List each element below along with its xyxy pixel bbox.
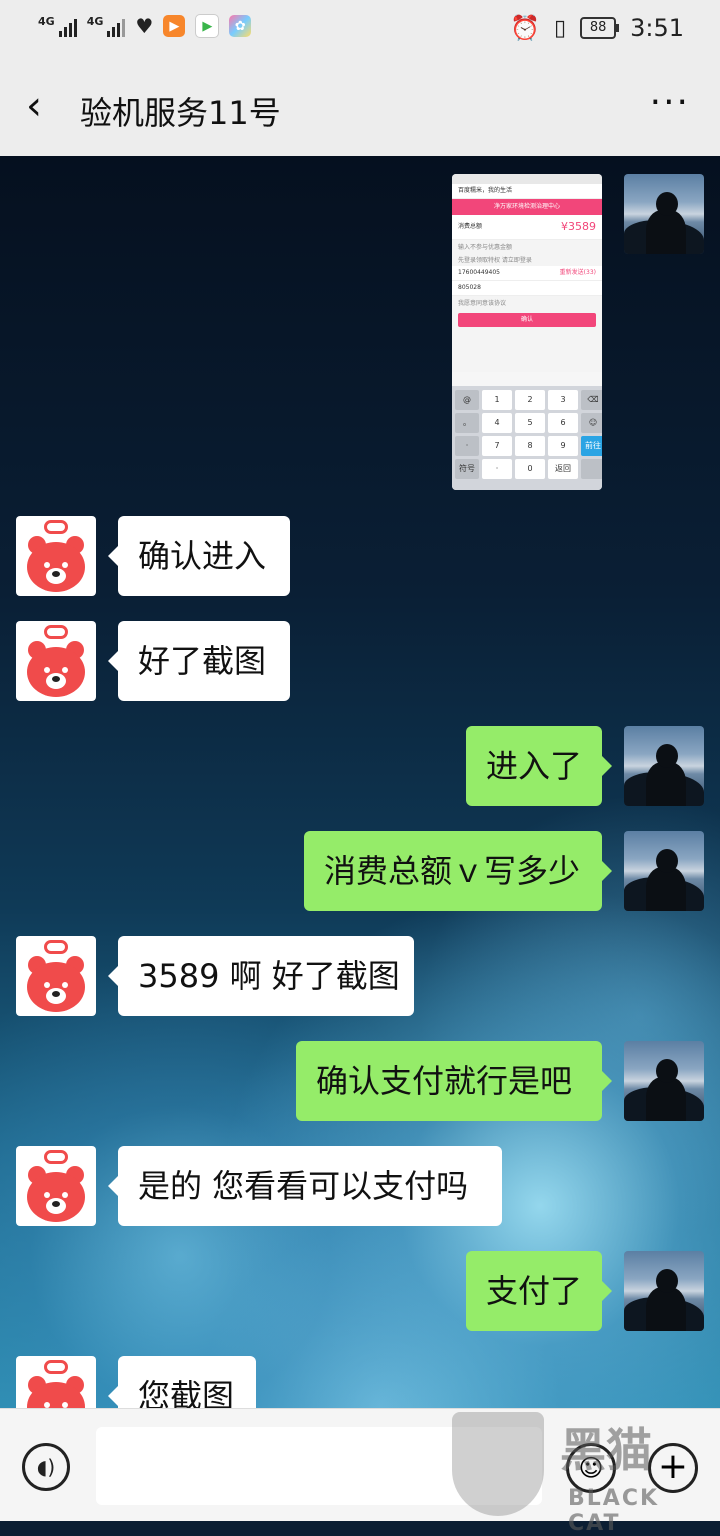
thumb-key: 3 (548, 390, 578, 410)
chat-header: ‹ 验机服务11号 ··· (0, 60, 720, 156)
incoming-message-bubble[interactable]: 是的 您看看可以支付吗 (108, 1146, 502, 1226)
contact-avatar[interactable] (16, 1146, 96, 1226)
thumb-phone-row: 17600449405 重新发送(33) (452, 266, 602, 281)
battery-icon: 88 (580, 17, 620, 39)
incoming-message-bubble[interactable]: 好了截图 (108, 621, 290, 701)
message-input[interactable] (96, 1427, 542, 1505)
thumb-code-row: 805028 (452, 281, 602, 296)
back-icon[interactable]: ‹ (26, 86, 66, 130)
thumb-key: ☺ (581, 413, 602, 433)
gallery-icon: ✿ (229, 15, 252, 37)
thumb-key: 前往 (581, 436, 602, 456)
outgoing-message-bubble[interactable]: 消费总额ｖ写多少 (304, 831, 612, 911)
thumb-key: @ (455, 390, 479, 410)
health-icon: ♥ (135, 14, 154, 38)
self-avatar[interactable] (624, 726, 704, 806)
chat-title: 验机服务11号 (80, 94, 281, 132)
signal-icon: 4G (87, 15, 126, 37)
video-app-icon: ▶ (163, 15, 186, 37)
battery-level: 88 (589, 20, 607, 35)
self-avatar[interactable] (624, 174, 704, 254)
thumb-key: 1 (482, 390, 512, 410)
vibrate-icon: ▯ (553, 15, 567, 41)
thumb-amount-value: ¥3589 (561, 220, 596, 233)
thumb-key: ⌫ (581, 390, 602, 410)
thumb-key: 9 (548, 436, 578, 456)
thumb-key: · (455, 436, 479, 456)
more-icon[interactable]: ··· (650, 82, 690, 123)
thumb-resend: 重新发送(33) (559, 269, 596, 276)
play-store-icon: ▶ (195, 14, 220, 38)
self-avatar[interactable] (624, 831, 704, 911)
thumb-top-bar: 百度糯米，我的生活 (452, 184, 602, 199)
thumb-amount-row: 消费总额 ¥3589 (452, 215, 602, 240)
thumb-key: 5 (515, 413, 545, 433)
thumb-key: 8 (515, 436, 545, 456)
incoming-message-bubble[interactable]: 确认进入 (108, 516, 290, 596)
network-type-label: 4G (38, 15, 55, 28)
thumb-agreement: 我愿意同意该协议 (458, 300, 507, 307)
self-avatar[interactable] (624, 1251, 704, 1331)
contact-avatar[interactable] (16, 516, 96, 596)
status-bar: 4G 4G ♥ ▶ ▶ ✿ ⏰ ▯ 88 3:51 (0, 0, 720, 60)
thumb-key: 6 (548, 413, 578, 433)
thumb-amount-label: 消费总额 (458, 223, 483, 230)
contact-avatar[interactable] (16, 621, 96, 701)
thumb-phone: 17600449405 (458, 269, 500, 276)
thumb-key: · (482, 459, 512, 479)
emoji-icon[interactable]: ☺ (566, 1443, 616, 1493)
plus-icon[interactable]: + (648, 1443, 698, 1493)
contact-avatar[interactable] (16, 936, 96, 1016)
thumb-nav-title: 净万家环境检测治理中心 (452, 199, 602, 215)
incoming-message-bubble[interactable]: 3589 啊 好了截图 (108, 936, 414, 1016)
thumb-keyboard: @1 2 3 ⌫。 4 5 6 ☺ · 7 8 9 前往 符号 · 0 返回 (452, 372, 602, 490)
chat-area[interactable]: 百度糯米，我的生活 净万家环境检测治理中心 消费总额 ¥3589 输入不参与优惠… (0, 156, 720, 1408)
network-type-label: 4G (86, 15, 104, 28)
input-bar: ◖) ☺ + (0, 1408, 720, 1521)
thumb-key: 7 (482, 436, 512, 456)
thumb-hint1: 输入不参与优惠金额 (458, 244, 513, 251)
voice-icon[interactable]: ◖) (22, 1443, 70, 1491)
contact-avatar[interactable] (16, 1356, 96, 1408)
thumb-status-bar (452, 174, 602, 184)
thumb-confirm-button: 确认 (458, 313, 596, 327)
thumb-key (581, 459, 602, 479)
incoming-message-bubble[interactable]: 您截图 (108, 1356, 256, 1408)
thumb-keyboard-bar (452, 372, 602, 386)
outgoing-message-bubble[interactable]: 进入了 (466, 726, 612, 806)
thumb-code: 805028 (458, 284, 481, 291)
clock: 3:51 (630, 14, 684, 42)
thumb-key: 4 (482, 413, 512, 433)
thumb-key: 符号 (455, 459, 479, 479)
shared-screenshot-image[interactable]: 百度糯米，我的生活 净万家环境检测治理中心 消费总额 ¥3589 输入不参与优惠… (452, 174, 602, 490)
outgoing-message-bubble[interactable]: 确认支付就行是吧 (296, 1041, 612, 1121)
outgoing-message-bubble[interactable]: 支付了 (466, 1251, 612, 1331)
self-avatar[interactable] (624, 1041, 704, 1121)
thumb-key-grid: @1 2 3 ⌫。 4 5 6 ☺ · 7 8 9 前往 符号 · 0 返回 (452, 386, 602, 483)
thumb-key: 返回 (548, 459, 578, 479)
thumb-key: 2 (515, 390, 545, 410)
thumb-key: 0 (515, 459, 545, 479)
thumb-key: 。 (455, 413, 479, 433)
alarm-icon: ⏰ (510, 14, 540, 42)
signal-icon: 4G (38, 15, 77, 37)
thumb-hint2: 先登录领取特权 请立即登录 (458, 257, 532, 264)
